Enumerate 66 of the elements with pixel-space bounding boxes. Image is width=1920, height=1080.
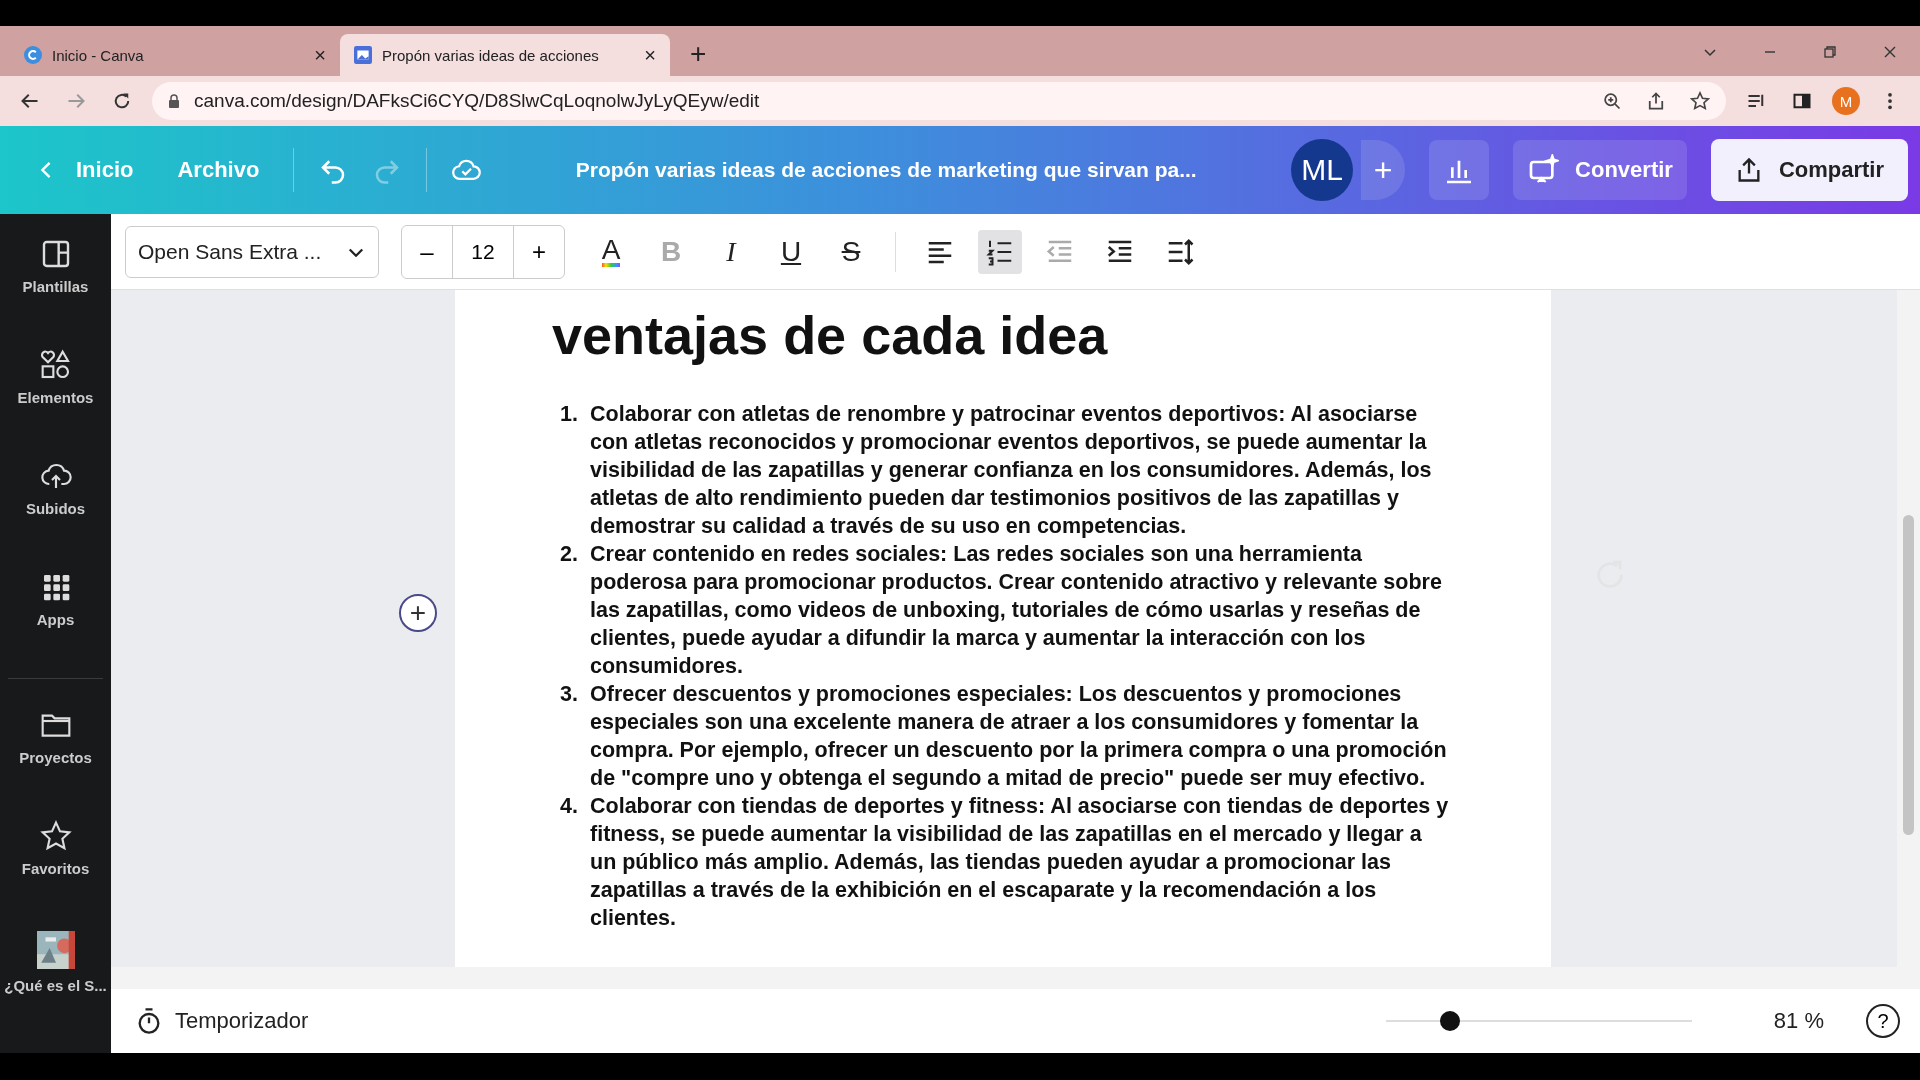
sidebar-item[interactable]: Favoritos <box>0 810 111 921</box>
sidebar-item[interactable]: Elementos <box>0 339 111 450</box>
font-size-field[interactable]: 12 <box>452 225 514 278</box>
sidebar-label: Favoritos <box>21 860 90 877</box>
reload-icon[interactable] <box>112 91 132 111</box>
sparkle-screen-icon <box>1527 154 1560 186</box>
add-person-button[interactable]: + <box>1361 140 1406 200</box>
sidebar-item[interactable]: Proyectos <box>0 699 111 810</box>
lock-icon <box>168 94 180 108</box>
browser-tab[interactable]: Propón varias ideas de acciones × <box>340 34 670 76</box>
new-tab-button[interactable]: + <box>690 38 707 70</box>
numbered-button[interactable] <box>978 229 1022 274</box>
user-avatar[interactable]: ML <box>1291 139 1354 201</box>
url-text: canva.com/design/DAFksCi6CYQ/D8SlwCqLoqnolwJyLyQEyw/edit <box>194 90 760 112</box>
list-item-text: Colaborar con atletas de renombre y patrocinar eventos deportivos: Al asociarse con atletas reconocidos y promocionar eventos deportivos, se puede aumentar la visibilidad de las zapatillas y generar confianza en los consumidores. Además, los atletas de alto rendimiento pueden dar testimonios positivos de las zapatillas y demostrar su calidad a través de su uso en competencias. <box>590 401 1433 540</box>
tab-title: Inicio - Canva <box>52 46 145 64</box>
sidebar-label: Elementos <box>17 389 94 406</box>
restore-icon[interactable] <box>1822 44 1838 60</box>
sidebar-item[interactable]: Subidos <box>0 450 111 561</box>
document-heading: ventajas de cada idea <box>552 304 1109 366</box>
decrease-size-button[interactable]: – <box>402 225 452 278</box>
circle-logo-icon <box>24 46 42 64</box>
close-icon[interactable] <box>1882 44 1898 60</box>
close-tab-button[interactable]: × <box>314 43 326 67</box>
list-number: 4. <box>559 793 579 820</box>
timer-label[interactable]: Temporizador <box>175 1008 309 1034</box>
zoom-percent[interactable]: 81 % <box>1773 1008 1824 1034</box>
browser-tab[interactable]: Inicio - Canva × <box>10 34 340 76</box>
chevron-left-icon <box>40 160 52 180</box>
list-item-text: Colaborar con tiendas de deportes y fitness: Al asociarse con tiendas de deportes y fitness, se puede aumentar la visibilidad de las zapatillas en el mercado y llegar a un público más amplio. Además, las tiendas pueden ayudar a promocionar las zapatillas a través de la exhibición en el escaparate y la recomendación a los clientes. <box>590 793 1450 932</box>
sidebar-item[interactable]: Plantillas <box>0 228 111 339</box>
add-block-button[interactable]: + <box>399 594 437 632</box>
star-icon[interactable] <box>1690 91 1710 111</box>
star-icon <box>39 820 72 852</box>
font-dropdown[interactable]: Open Sans Extra ... <box>125 225 379 278</box>
strike-button[interactable]: S <box>829 229 873 274</box>
color-button[interactable]: A <box>589 229 633 274</box>
convert-button[interactable]: Convertir <box>1513 140 1687 200</box>
list-number: 2. <box>559 541 579 568</box>
sidebar-label: Subidos <box>25 500 86 517</box>
sidebar-label: Apps <box>36 611 75 628</box>
side-panel-icon[interactable] <box>1792 91 1812 111</box>
document-icon <box>354 46 372 64</box>
insights-button[interactable] <box>1429 140 1490 200</box>
zoom-icon[interactable] <box>1602 91 1622 111</box>
sidebar-label: Plantillas <box>22 278 89 295</box>
close-tab-button[interactable]: × <box>644 43 656 67</box>
tab-title: Propón varias ideas de acciones <box>382 46 600 64</box>
horizontal-scrollbar[interactable] <box>111 967 1920 989</box>
shapes-icon <box>39 349 72 381</box>
sidebar-item[interactable]: Apps <box>0 561 111 672</box>
sidebar-item[interactable]: ¿Qué es el S... <box>0 921 111 1032</box>
sidebar-label: Proyectos <box>19 749 92 766</box>
list-item-text: Crear contenido en redes sociales: Las redes sociales son una herramienta poderosa para promocionar productos. Crear contenido atractivo y relevante sobre las zapatillas, como videos de unboxing, tutoriales de cómo usarlas y reseñas de clientes, puede ayudar a difundir la marca y aumentar la interacción con los consumidores. <box>590 541 1443 680</box>
list-item-text: Ofrecer descuentos y promociones especiales: Los descuentos y promociones especiales son una excelente manera de atraer a los consumidores y fomentar la compra. Por ejemplo, ofrecer un descuento por la primera compra o una promoción de "compre uno y obtenga el segundo a mitad de precio" puede ser muy efectivo. <box>590 681 1448 792</box>
help-button[interactable]: ? <box>1866 1004 1900 1038</box>
increase-size-button[interactable]: + <box>514 225 564 278</box>
sidebar-label: ¿Qué es el S... <box>4 977 107 994</box>
share-button[interactable]: Compartir <box>1710 139 1908 201</box>
address-field[interactable]: canva.com/design/DAFksCi6CYQ/D8SlwCqLoqnolwJyLyQEyw/edit <box>152 82 1726 120</box>
list-number: 3. <box>559 681 579 708</box>
italic-button[interactable]: I <box>709 229 753 274</box>
share-icon[interactable] <box>1646 91 1666 111</box>
list-number: 1. <box>559 401 579 428</box>
vertical-scrollbar[interactable] <box>1897 290 1920 967</box>
underline-button[interactable]: U <box>769 229 813 274</box>
